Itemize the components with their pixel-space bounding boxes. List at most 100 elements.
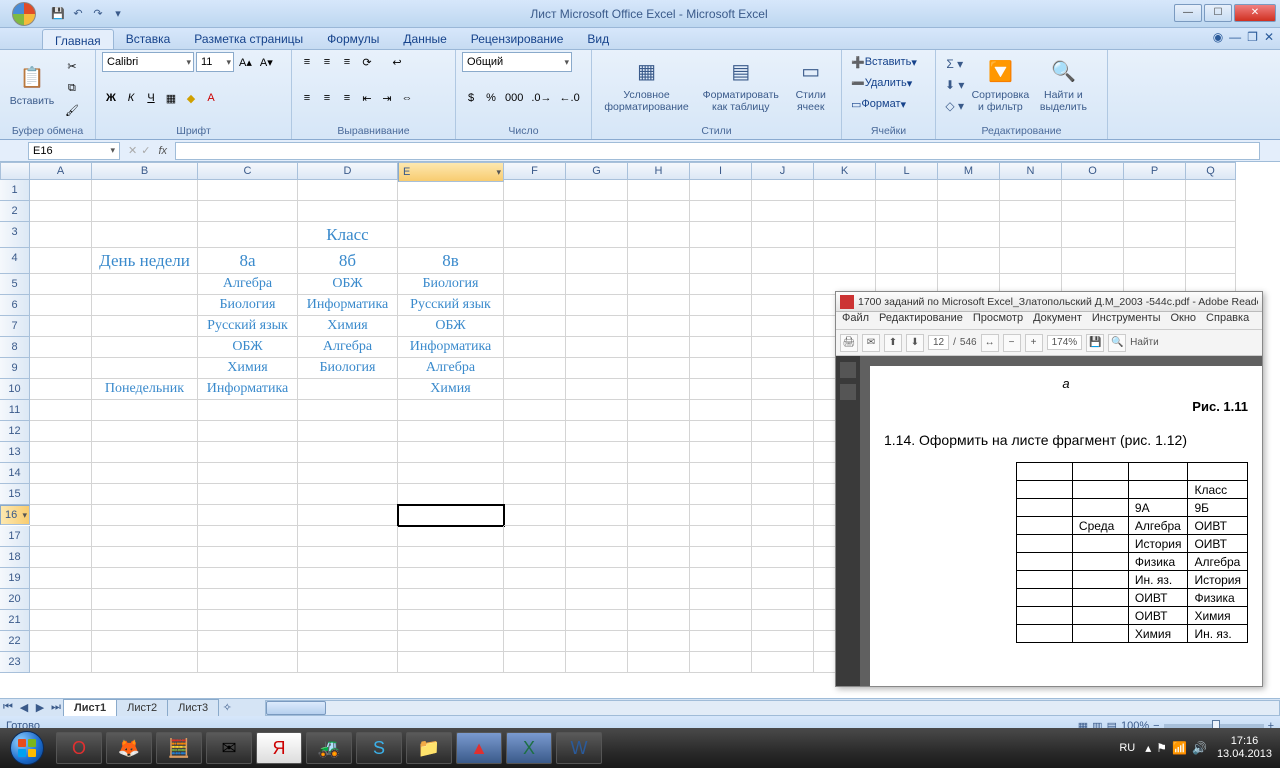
cell-A21[interactable]	[30, 610, 92, 631]
cell-C22[interactable]	[198, 631, 298, 652]
cell-D13[interactable]	[298, 442, 398, 463]
col-header-P[interactable]: P	[1124, 162, 1186, 180]
cell-styles-button[interactable]: ▭Стили ячеек	[786, 52, 835, 118]
cell-H13[interactable]	[628, 442, 690, 463]
cell-I2[interactable]	[690, 201, 752, 222]
cell-B5[interactable]	[92, 274, 198, 295]
pdf-menu-tools[interactable]: Инструменты	[1092, 312, 1161, 329]
row-header-12[interactable]: 12	[0, 421, 30, 442]
cell-I7[interactable]	[690, 316, 752, 337]
maximize-button[interactable]: ☐	[1204, 4, 1232, 22]
cell-E9[interactable]: Алгебра	[398, 358, 504, 379]
cell-I15[interactable]	[690, 484, 752, 505]
cell-H5[interactable]	[628, 274, 690, 295]
cell-I6[interactable]	[690, 295, 752, 316]
cell-G11[interactable]	[566, 400, 628, 421]
last-sheet-button[interactable]: ⏭	[48, 701, 64, 714]
cell-P3[interactable]	[1124, 222, 1186, 248]
cell-C17[interactable]	[198, 526, 298, 547]
cell-J7[interactable]	[752, 316, 814, 337]
cell-F19[interactable]	[504, 568, 566, 589]
cell-H22[interactable]	[628, 631, 690, 652]
row-header-7[interactable]: 7	[0, 316, 30, 337]
cell-M4[interactable]	[938, 248, 1000, 274]
enter-formula-icon[interactable]: ✓	[141, 144, 150, 157]
cell-H15[interactable]	[628, 484, 690, 505]
cell-B1[interactable]	[92, 180, 198, 201]
cell-E13[interactable]	[398, 442, 504, 463]
cell-D14[interactable]	[298, 463, 398, 484]
align-bottom-button[interactable]: ≡	[338, 52, 356, 72]
decrease-decimal-button[interactable]: ←.0	[557, 88, 583, 108]
row-header-9[interactable]: 9	[0, 358, 30, 379]
cell-A11[interactable]	[30, 400, 92, 421]
cell-K1[interactable]	[814, 180, 876, 201]
cell-I20[interactable]	[690, 589, 752, 610]
cell-A14[interactable]	[30, 463, 92, 484]
row-header-15[interactable]: 15	[0, 484, 30, 505]
cell-G5[interactable]	[566, 274, 628, 295]
tray-network-icon[interactable]: 📶	[1172, 741, 1187, 755]
cell-N1[interactable]	[1000, 180, 1062, 201]
cell-E1[interactable]	[398, 180, 504, 201]
cell-C23[interactable]	[198, 652, 298, 673]
row-header-13[interactable]: 13	[0, 442, 30, 463]
name-box[interactable]: E16	[28, 142, 120, 160]
cell-H18[interactable]	[628, 547, 690, 568]
cell-H19[interactable]	[628, 568, 690, 589]
cell-J19[interactable]	[752, 568, 814, 589]
decrease-indent-button[interactable]: ⇤	[358, 88, 376, 108]
pdf-zoom-level[interactable]: 174%	[1047, 335, 1083, 350]
cell-D15[interactable]	[298, 484, 398, 505]
cell-L4[interactable]	[876, 248, 938, 274]
font-name-select[interactable]: Calibri	[102, 52, 194, 72]
pdf-find-label[interactable]: Найти	[1130, 337, 1159, 348]
cell-F10[interactable]	[504, 379, 566, 400]
cell-A1[interactable]	[30, 180, 92, 201]
cell-H8[interactable]	[628, 337, 690, 358]
cell-I10[interactable]	[690, 379, 752, 400]
cell-B22[interactable]	[92, 631, 198, 652]
taskbar-mail-icon[interactable]: ✉	[206, 732, 252, 764]
cell-D5[interactable]: ОБЖ	[298, 274, 398, 295]
cell-B23[interactable]	[92, 652, 198, 673]
cell-J4[interactable]	[752, 248, 814, 274]
cell-J23[interactable]	[752, 652, 814, 673]
cell-D4[interactable]: 8б	[298, 248, 398, 274]
qat-dropdown-icon[interactable]: ▾	[110, 6, 126, 22]
cell-B16[interactable]	[92, 505, 198, 526]
cell-A18[interactable]	[30, 547, 92, 568]
cell-F11[interactable]	[504, 400, 566, 421]
cell-M1[interactable]	[938, 180, 1000, 201]
cell-G12[interactable]	[566, 421, 628, 442]
cell-H1[interactable]	[628, 180, 690, 201]
cell-I5[interactable]	[690, 274, 752, 295]
cell-C11[interactable]	[198, 400, 298, 421]
cell-H9[interactable]	[628, 358, 690, 379]
cell-J11[interactable]	[752, 400, 814, 421]
cell-I13[interactable]	[690, 442, 752, 463]
cell-F18[interactable]	[504, 547, 566, 568]
cell-D11[interactable]	[298, 400, 398, 421]
currency-button[interactable]: $	[462, 88, 480, 108]
cell-C4[interactable]: 8а	[198, 248, 298, 274]
cell-G10[interactable]	[566, 379, 628, 400]
cell-C2[interactable]	[198, 201, 298, 222]
row-header-21[interactable]: 21	[0, 610, 30, 631]
cell-C8[interactable]: ОБЖ	[198, 337, 298, 358]
cell-I17[interactable]	[690, 526, 752, 547]
cell-D21[interactable]	[298, 610, 398, 631]
redo-icon[interactable]: ↷	[90, 6, 106, 22]
cell-J13[interactable]	[752, 442, 814, 463]
cell-B6[interactable]	[92, 295, 198, 316]
cell-F13[interactable]	[504, 442, 566, 463]
cell-H23[interactable]	[628, 652, 690, 673]
sheet-tab-1[interactable]: Лист1	[63, 699, 117, 716]
cell-J21[interactable]	[752, 610, 814, 631]
cell-A23[interactable]	[30, 652, 92, 673]
col-header-K[interactable]: K	[814, 162, 876, 180]
cell-E19[interactable]	[398, 568, 504, 589]
cell-B10[interactable]: Понедельник	[92, 379, 198, 400]
taskbar-calc-icon[interactable]: 🧮	[156, 732, 202, 764]
taskbar-skype-icon[interactable]: S	[356, 732, 402, 764]
